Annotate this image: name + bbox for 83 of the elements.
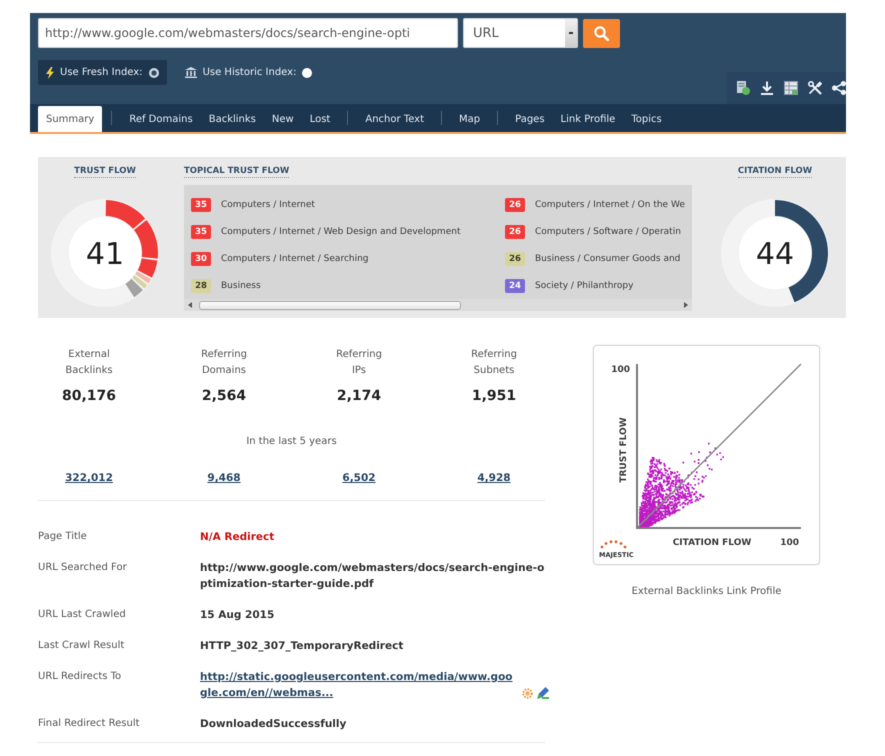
document-icon[interactable] [736, 81, 750, 95]
score-badge: 26 [505, 198, 525, 212]
tab[interactable]: New [264, 106, 302, 132]
detail-value: http://www.google.com/webmasters/docs/search-engine-optimization-starter-guide.pdf [200, 561, 545, 592]
search-button[interactable] [583, 18, 620, 48]
stat-value: 2,174 [336, 387, 382, 405]
score-badge: 24 [505, 278, 525, 292]
tab[interactable]: Lost [302, 106, 338, 132]
topic-label: Computers / Internet / Searching [221, 254, 369, 264]
detail-value: 15 Aug 2015 [200, 608, 274, 623]
tab[interactable]: Summary [38, 106, 102, 132]
detail-label: Final Redirect Result [38, 717, 140, 731]
detail-value: HTTP_302_307_TemporaryRedirect [200, 639, 404, 654]
scrollbar-thumb[interactable] [199, 300, 461, 310]
dot-arc-icon [600, 540, 626, 548]
score-badge: 26 [505, 224, 525, 238]
tab[interactable]: Link Profile [552, 106, 624, 132]
history-link[interactable]: 4,928 [477, 471, 511, 485]
x-tick-label: 100 [780, 538, 799, 548]
x-axis-title: CITATION FLOW [672, 538, 752, 548]
score-badge: 35 [191, 198, 211, 212]
detail-label: URL Redirects To [38, 670, 122, 684]
stat-value: 80,176 [62, 387, 116, 405]
download-icon[interactable] [760, 81, 774, 95]
topic-label: Business [221, 280, 261, 290]
section-title: TRUST FLOW [74, 166, 136, 178]
index-option[interactable]: Use Fresh Index: [38, 60, 167, 85]
topic-label: Business / Consumer Goods and [535, 254, 680, 264]
detail-label: URL Searched For [38, 561, 127, 575]
period-caption: In the last 5 years [246, 435, 337, 449]
share-icon[interactable] [832, 81, 846, 95]
stat-value: 2,564 [202, 387, 246, 405]
stat-label: Referring Domains [200, 348, 248, 378]
radio-icon [148, 68, 159, 78]
detail-label: Page Title [38, 530, 87, 544]
stat-label: Referring Subnets [470, 348, 518, 378]
bank-icon [184, 67, 197, 78]
score-badge: 30 [191, 252, 211, 266]
pen-icon[interactable] [537, 687, 549, 699]
citation-flow-score: 44 [756, 237, 794, 272]
score-badge: 28 [191, 278, 211, 292]
history-link[interactable]: 6,502 [342, 471, 376, 485]
scroll-left-icon[interactable] [188, 302, 192, 308]
topic-label: Computers / Software / Operatin [535, 226, 681, 236]
url-input[interactable]: http://www.google.com/webmasters/docs/search-engine-opti [38, 18, 458, 48]
stat-label: External Backlinks [64, 348, 114, 378]
topic-label: Computers / Internet / On the We [535, 200, 685, 210]
history-link[interactable]: 322,012 [65, 471, 113, 485]
search-icon [594, 26, 609, 40]
topic-label: Society / Philanthropy [535, 280, 634, 290]
tools-icon[interactable] [808, 81, 822, 95]
donut-slice [132, 275, 148, 289]
score-badge: 26 [505, 252, 525, 266]
tab[interactable]: Backlinks [200, 106, 264, 132]
tab[interactable]: Pages [507, 106, 553, 132]
tab[interactable]: Map [451, 106, 488, 132]
score-badge: 35 [191, 224, 211, 238]
trust-flow-score: 41 [86, 237, 124, 272]
redirect-link[interactable]: http://static.googleusercontent.com/media/www.google.com/en//webmas... [200, 669, 518, 701]
topic-label: Computers / Internet / Web Design and Development [221, 226, 460, 236]
tab[interactable]: Ref Domains [121, 106, 201, 132]
tab[interactable]: Anchor Text [357, 106, 432, 132]
index-option[interactable]: Use Historic Index: [176, 60, 320, 85]
horizontal-scrollbar[interactable] [184, 299, 692, 311]
section-title: CITATION FLOW [738, 166, 812, 178]
search-type-select[interactable]: URL [463, 18, 578, 48]
status-value: N/A Redirect [200, 530, 274, 545]
y-tick-label: 100 [611, 365, 630, 375]
stat-label: Referring IPs [335, 348, 383, 378]
detail-label: URL Last Crawled [38, 608, 126, 622]
detail-label: Last Crawl Result [38, 639, 124, 653]
detail-value: DownloadedSuccessfully [200, 717, 346, 732]
lightning-icon [46, 66, 54, 78]
tab[interactable]: Topics [623, 106, 670, 132]
radio-icon [302, 68, 312, 78]
y-axis-title: TRUST FLOW [619, 417, 629, 483]
chart-caption: External Backlinks Link Profile [632, 585, 782, 599]
scroll-right-icon[interactable] [684, 302, 688, 308]
history-link[interactable]: 9,468 [207, 471, 241, 485]
dropdown-caret-icon[interactable] [565, 19, 577, 47]
stat-value: 1,951 [472, 387, 516, 405]
section-title: TOPICAL TRUST FLOW [184, 166, 290, 178]
topic-label: Computers / Internet [221, 200, 315, 210]
